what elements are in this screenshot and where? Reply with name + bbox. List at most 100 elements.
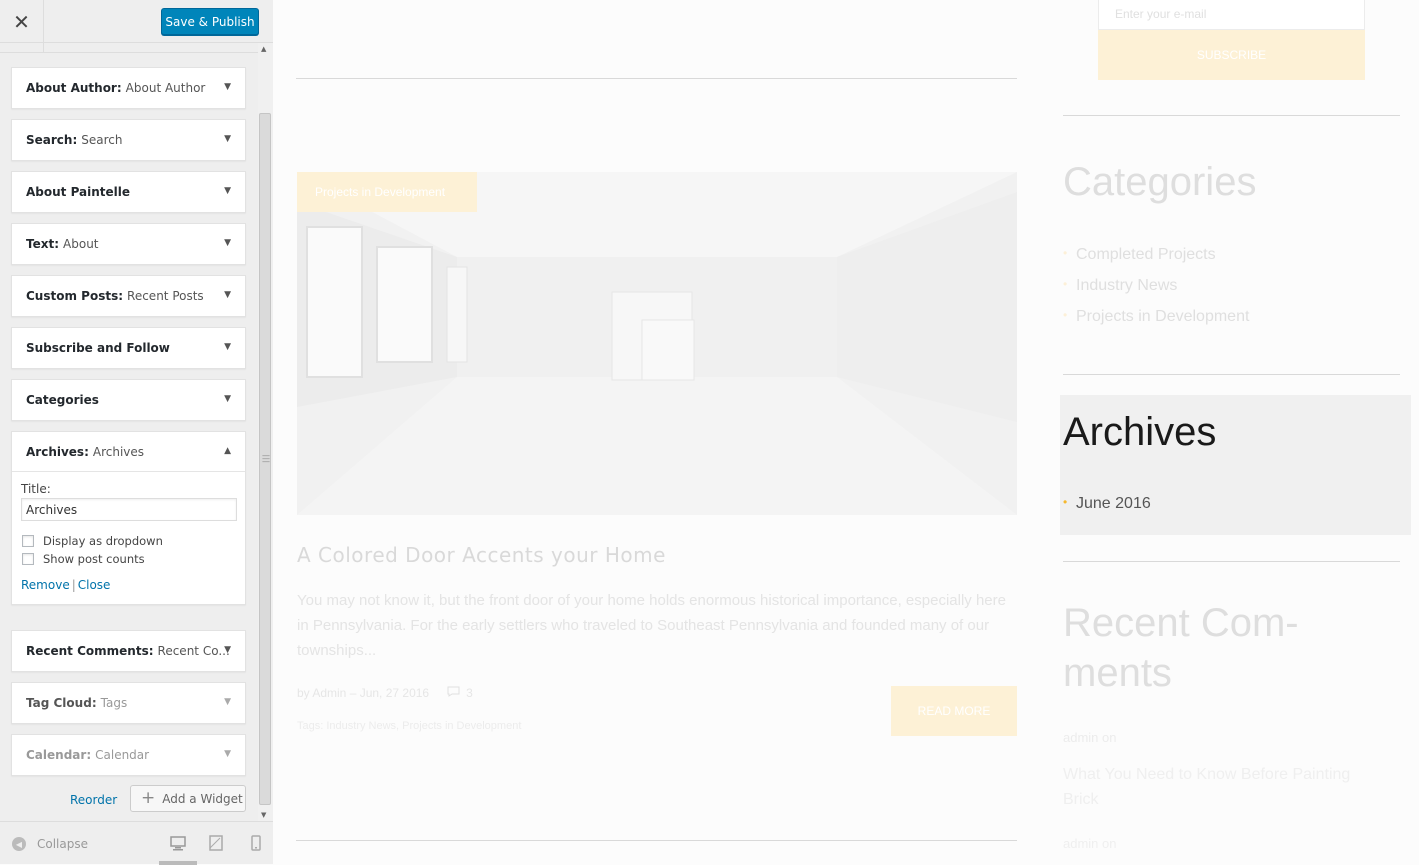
post-tags: Tags: Industry News, Projects in Develop… xyxy=(297,720,522,732)
expand-arrow-icon[interactable]: ▼ xyxy=(224,238,231,248)
bullet-icon: • xyxy=(1063,495,1068,509)
panel-scrollbar[interactable]: ▲ — — — ▼ xyxy=(258,43,273,821)
widget-name: Search: xyxy=(26,133,78,147)
post-byline: by Admin – Jun, 27 2016 xyxy=(297,686,430,700)
list-item[interactable]: • June 2016 xyxy=(1063,495,1151,526)
widget-recent-comments[interactable]: Recent Comments: Recent Co... ▼ xyxy=(11,630,246,672)
widget-archives[interactable]: Archives: Archives ▲ Title: Display as d… xyxy=(11,431,246,605)
scrollbar-thumb[interactable]: — — — xyxy=(259,113,271,805)
expand-arrow-icon[interactable]: ▼ xyxy=(224,749,231,759)
widget-header[interactable]: Subscribe and Follow ▼ xyxy=(12,328,245,368)
list-item[interactable]: • Completed Projects xyxy=(1063,246,1249,277)
categories-heading: Categories xyxy=(1063,160,1257,204)
customizer-sidebar: ✕ Save & Publish About Author: About Aut… xyxy=(0,0,273,865)
widget-header[interactable]: Archives: Archives ▲ xyxy=(12,432,245,472)
scroll-down-arrow-icon[interactable]: ▼ xyxy=(261,811,266,819)
widget-about-author[interactable]: About Author: About Author ▼ xyxy=(11,67,246,109)
widget-search[interactable]: Search: Search ▼ xyxy=(11,119,246,161)
save-publish-button[interactable]: Save & Publish xyxy=(161,8,259,35)
widget-calendar[interactable]: Calendar: Calendar ▼ xyxy=(11,734,246,776)
widget-categories[interactable]: Categories ▼ xyxy=(11,379,246,421)
widget-name: About Paintelle xyxy=(26,185,131,199)
widget-header[interactable]: About Author: About Author ▼ xyxy=(12,68,245,108)
widget-title: Search xyxy=(81,133,123,147)
widget-form: Title: Display as dropdown Show post cou… xyxy=(12,472,245,604)
divider xyxy=(1063,374,1400,375)
archives-list: • June 2016 xyxy=(1063,495,1151,526)
widget-header[interactable]: Text: About ▼ xyxy=(12,224,245,264)
comment-author: admin on xyxy=(1063,730,1117,745)
collapse-icon: ◀ xyxy=(12,837,26,851)
customizer-footer: ◀ Collapse xyxy=(0,821,273,865)
post-featured-image[interactable] xyxy=(297,172,1017,515)
post-category-badge[interactable]: Projects in Development xyxy=(297,172,477,212)
widget-header[interactable]: Calendar: Calendar ▼ xyxy=(12,735,245,775)
read-more-button[interactable]: READ MORE xyxy=(891,686,1017,736)
widget-name: Custom Posts: xyxy=(26,289,124,303)
post-counts-label: Show post counts xyxy=(43,552,145,566)
widget-actions: Remove | Close xyxy=(21,578,236,592)
widget-header[interactable]: Recent Comments: Recent Co... ▼ xyxy=(12,631,245,671)
expand-arrow-icon[interactable]: ▼ xyxy=(224,82,231,92)
widget-title: Recent Posts xyxy=(127,289,204,303)
widget-title: Tags xyxy=(100,696,128,710)
widget-header[interactable]: Custom Posts: Recent Posts ▼ xyxy=(12,276,245,316)
list-item[interactable]: • Projects in Development xyxy=(1063,308,1249,339)
divider xyxy=(1063,115,1400,116)
dropdown-checkbox[interactable] xyxy=(22,535,34,547)
bullet-icon: • xyxy=(1063,277,1068,291)
widget-name: Text: xyxy=(26,237,60,251)
widget-name: Categories xyxy=(26,393,99,407)
expand-arrow-icon[interactable]: ▼ xyxy=(224,290,231,300)
widget-header[interactable]: Categories ▼ xyxy=(12,380,245,420)
widget-name: About Author: xyxy=(26,81,122,95)
expand-arrow-icon[interactable]: ▼ xyxy=(224,645,231,655)
add-widget-label: Add a Widget xyxy=(162,791,243,806)
divider xyxy=(296,78,1017,79)
bullet-icon: • xyxy=(1063,308,1068,322)
widget-name: Subscribe and Follow xyxy=(26,341,170,355)
subscribe-button[interactable]: SUBSCRIBE xyxy=(1098,30,1365,80)
email-input[interactable]: Enter your e-mail xyxy=(1098,0,1365,30)
post-counts-option[interactable]: Show post counts xyxy=(21,552,236,566)
close-customizer-button[interactable]: ✕ xyxy=(0,0,44,43)
close-icon: ✕ xyxy=(13,9,30,34)
desktop-preview-icon[interactable] xyxy=(169,834,187,852)
widget-header[interactable]: About Paintelle ▼ xyxy=(12,172,245,212)
active-device-indicator xyxy=(159,861,197,865)
collapse-button[interactable]: ◀ Collapse xyxy=(12,837,88,851)
tablet-preview-icon[interactable] xyxy=(207,834,225,852)
widget-header[interactable]: Tag Cloud: Tags ▼ xyxy=(12,683,245,723)
widget-header[interactable]: Search: Search ▼ xyxy=(12,120,245,160)
title-input[interactable] xyxy=(21,498,237,521)
post-title[interactable]: A Colored Door Accents your Home xyxy=(297,543,666,567)
close-link[interactable]: Close xyxy=(78,578,111,592)
widget-title: About xyxy=(63,237,99,251)
link-separator: | xyxy=(71,578,76,592)
expand-arrow-icon[interactable]: ▼ xyxy=(224,134,231,144)
comment-post-link[interactable]: What You Need to Know Before Painting Br… xyxy=(1063,762,1383,812)
widget-subscribe-follow[interactable]: Subscribe and Follow ▼ xyxy=(11,327,246,369)
remove-link[interactable]: Remove xyxy=(21,578,70,592)
add-widget-button[interactable]: + Add a Widget xyxy=(130,785,246,812)
comment-count[interactable]: 3 xyxy=(466,686,473,700)
dropdown-option[interactable]: Display as dropdown xyxy=(21,534,236,548)
widget-name: Tag Cloud: xyxy=(26,696,97,710)
mobile-preview-icon[interactable] xyxy=(247,834,265,852)
collapse-label: Collapse xyxy=(37,837,88,851)
list-item[interactable]: • Industry News xyxy=(1063,277,1249,308)
reorder-link[interactable]: Reorder xyxy=(70,793,117,807)
scroll-up-arrow-icon[interactable]: ▲ xyxy=(261,45,266,53)
post-counts-checkbox[interactable] xyxy=(22,553,34,565)
expand-arrow-icon[interactable]: ▼ xyxy=(224,186,231,196)
expand-arrow-icon[interactable]: ▼ xyxy=(224,394,231,404)
expand-arrow-icon[interactable]: ▼ xyxy=(224,697,231,707)
expand-arrow-icon[interactable]: ▼ xyxy=(224,342,231,352)
widget-text[interactable]: Text: About ▼ xyxy=(11,223,246,265)
grip-icon: — — — xyxy=(262,451,270,466)
widget-about-paintelle[interactable]: About Paintelle ▼ xyxy=(11,171,246,213)
widget-tag-cloud[interactable]: Tag Cloud: Tags ▼ xyxy=(11,682,246,724)
collapse-arrow-icon[interactable]: ▲ xyxy=(224,446,231,456)
divider xyxy=(1063,561,1400,562)
widget-custom-posts[interactable]: Custom Posts: Recent Posts ▼ xyxy=(11,275,246,317)
